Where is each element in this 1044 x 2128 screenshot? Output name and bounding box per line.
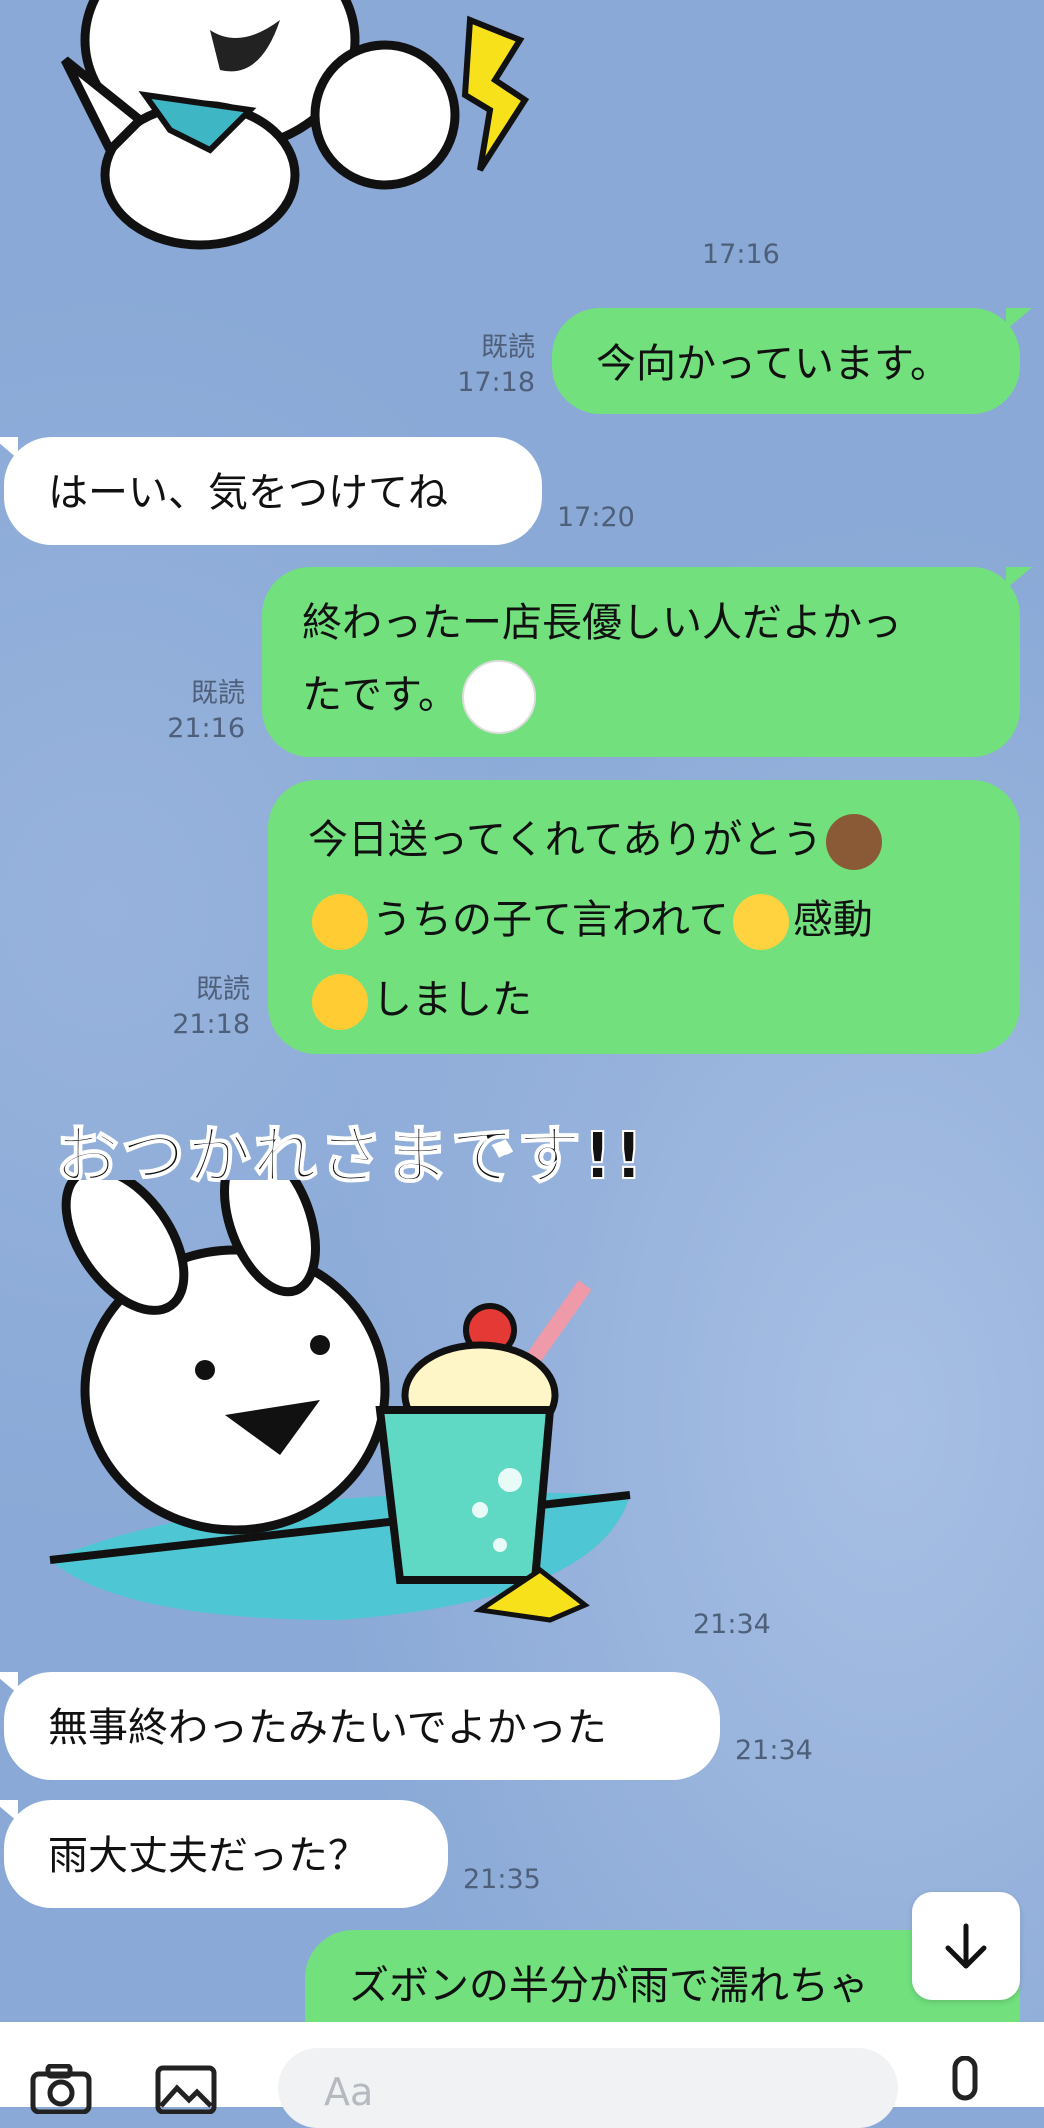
timestamp: 17:20 [557, 502, 635, 533]
message-bubble-outgoing[interactable]: 今日送ってくれてありがとう うちの子て言われて 感動 しました [268, 780, 1020, 1054]
timestamp: 21:18 [172, 1009, 250, 1041]
message-bubble-incoming[interactable]: 無事終わったみたいでよかった [0, 1672, 720, 1780]
message-bubble-outgoing[interactable]: 終わったー店長優しい人だよかっ たです。 [262, 567, 1032, 757]
read-receipt: 既読 21:16 [150, 676, 245, 746]
mic-icon[interactable] [945, 2056, 985, 2107]
message-bubble-outgoing[interactable]: 今向かっています。 [552, 308, 1032, 414]
bear-heart-emoji-icon [826, 814, 883, 870]
timestamp: 17:18 [457, 367, 535, 399]
message-bubble-incoming[interactable]: はーい、気をつけてね [0, 437, 542, 545]
message-text: 終わったー店長優しい人だよかっ [302, 600, 902, 646]
message-text: うちの子て言われて [372, 897, 729, 943]
message-text: 雨大丈夫だった？ [48, 1833, 368, 1879]
arrow-down-icon [945, 1923, 987, 1969]
chat-area[interactable]: 17:16 既読 17:18 今向かっています。 はーい、気をつけてね 17:2… [0, 0, 1044, 2022]
sticker-rabbit-wave [60, 0, 530, 250]
message-text: 感動 [792, 897, 873, 943]
message-text: 今日送ってくれてありがとう [308, 817, 823, 863]
message-text: 無事終わったみたいでよかった [48, 1705, 607, 1751]
message-text: はーい、気をつけてね [48, 470, 448, 516]
read-receipt: 既読 21:18 [155, 972, 250, 1042]
timestamp: 21:34 [693, 1609, 771, 1640]
read-label: 既読 [481, 332, 535, 363]
message-bubble-incoming[interactable]: 雨大丈夫だった？ [0, 1800, 448, 1908]
message-input[interactable]: Aa [278, 2048, 898, 2128]
timestamp: 21:35 [463, 1864, 541, 1895]
timestamp: 21:34 [735, 1735, 813, 1766]
message-text: たです。 [302, 672, 458, 718]
pleading-emoji-icon [312, 974, 368, 1030]
scroll-to-bottom-button[interactable] [912, 1892, 1020, 2000]
crying-emoji-icon [312, 894, 368, 950]
read-label: 既読 [191, 678, 245, 709]
bunny-emoji-icon [462, 660, 536, 734]
joy-tears-emoji-icon [732, 894, 789, 950]
message-text: しました [372, 977, 532, 1023]
read-label: 既読 [196, 974, 250, 1005]
timestamp: 21:16 [167, 713, 245, 745]
sticker-rabbit-drink [49, 1180, 631, 1623]
message-text: 今向かっています。 [596, 341, 950, 387]
read-receipt: 既読 17:18 [440, 330, 535, 400]
timestamp: 17:16 [702, 239, 780, 270]
input-placeholder: Aa [324, 2070, 374, 2114]
message-text: ズボンの半分が雨で濡れちゃ [349, 1963, 869, 2009]
